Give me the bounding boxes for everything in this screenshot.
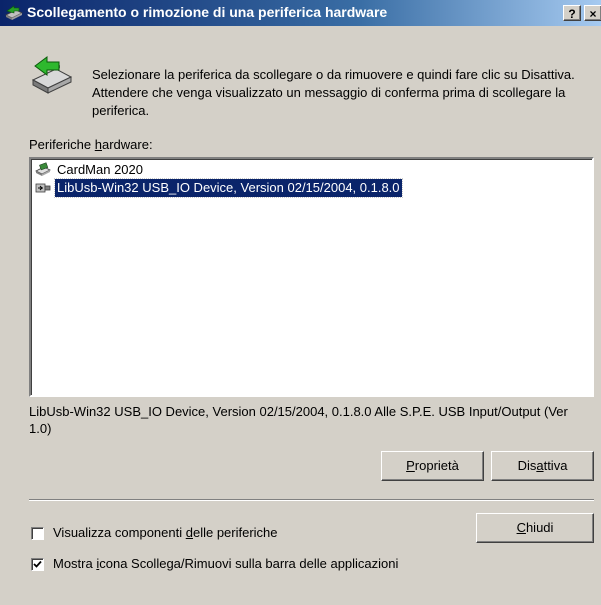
help-button[interactable]: ? [563,5,581,21]
remove-hardware-icon [31,56,73,94]
remove-hardware-dialog: Scollegamento o rimozione di una perifer… [0,0,601,605]
card-reader-icon [35,162,51,176]
show-components-label[interactable]: Visualizza componenti delle periferiche [53,525,278,540]
devices-label: Periferiche hardware: [29,137,153,152]
window-title: Scollegamento o rimozione di una perifer… [27,4,388,20]
show-tray-icon-checkbox[interactable] [31,558,44,571]
close-window-button[interactable]: × [584,5,601,21]
separator [29,499,594,501]
instructions-text: Selezionare la periferica da scollegare … [92,67,575,118]
usb-icon [35,183,51,193]
deactivate-button[interactable]: Disattiva [491,451,594,481]
device-label: LibUsb-Win32 USB_IO Device, Version 02/1… [54,178,403,198]
device-list[interactable]: CardMan 2020 LibUsb-Win32 USB_IO Device,… [29,157,594,397]
selected-device-description: LibUsb-Win32 USB_IO Device, Version 02/1… [29,404,568,436]
properties-button[interactable]: Proprietà [381,451,484,481]
close-button[interactable]: Chiudi [476,513,594,543]
show-components-checkbox[interactable] [31,527,44,540]
safely-remove-hardware-icon [5,5,23,20]
title-bar[interactable]: Scollegamento o rimozione di una perifer… [0,0,601,26]
checkmark-icon [33,560,42,568]
show-tray-icon-label[interactable]: Mostra icona Scollega/Rimuovi sulla barr… [53,556,398,571]
device-label: CardMan 2020 [57,162,143,177]
